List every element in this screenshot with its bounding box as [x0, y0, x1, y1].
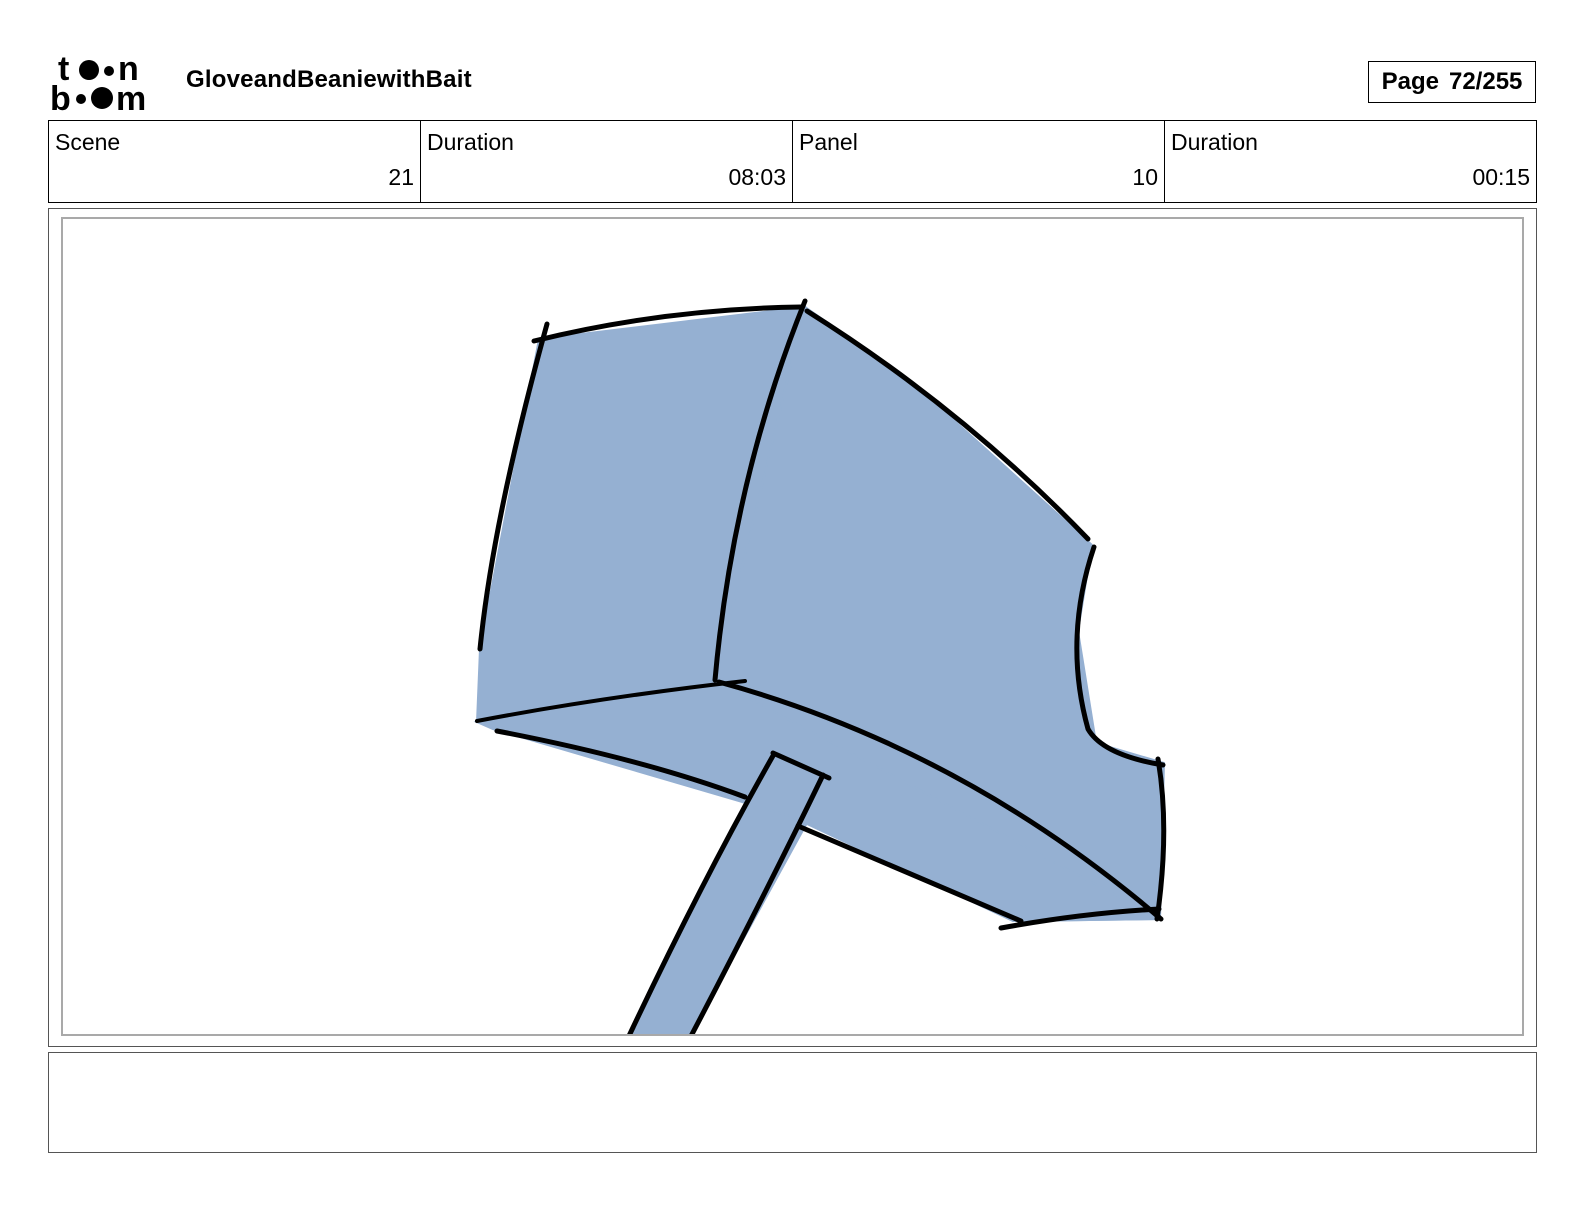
- toon-boom-logo: t n b m: [50, 50, 146, 112]
- scene-duration-cell: Duration 08:03: [421, 121, 793, 202]
- page-number: 72/255: [1448, 68, 1523, 95]
- panel-duration-cell: Duration 00:15: [1165, 121, 1536, 202]
- panel-notes-box: [48, 1052, 1537, 1153]
- panel-cell: Panel 10: [793, 121, 1165, 202]
- svg-text:m: m: [116, 80, 146, 112]
- page-label: Page: [1381, 68, 1439, 95]
- hammer-drawing: [473, 298, 1167, 1034]
- scene-label: Scene: [55, 129, 121, 155]
- panel-value: 10: [1132, 164, 1158, 190]
- page-indicator: Page 72/255: [1368, 61, 1536, 103]
- panel-info-table: Scene 21 Duration 08:03 Panel 10 Duratio…: [48, 120, 1537, 203]
- storyboard-panel: [48, 208, 1537, 1047]
- scene-duration-label: Duration: [427, 129, 514, 155]
- svg-text:b: b: [50, 80, 71, 112]
- scene-value: 21: [388, 164, 414, 190]
- project-title: GloveandBeaniewithBait: [186, 66, 472, 93]
- panel-duration-value: 00:15: [1472, 164, 1530, 190]
- panel-duration-label: Duration: [1171, 129, 1258, 155]
- panel-label: Panel: [799, 129, 858, 155]
- scene-cell: Scene 21: [49, 121, 421, 202]
- panel-image-frame: [61, 217, 1524, 1036]
- hammer-fill: [473, 305, 1166, 1034]
- scene-duration-value: 08:03: [728, 164, 786, 190]
